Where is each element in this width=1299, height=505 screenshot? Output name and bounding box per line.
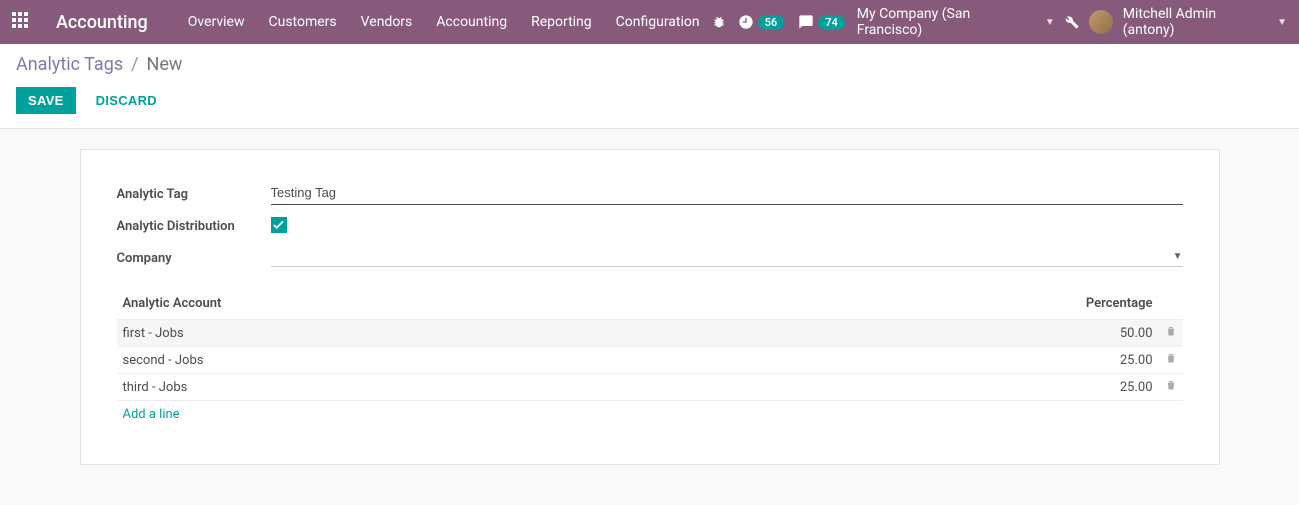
breadcrumb: Analytic Tags / New bbox=[16, 54, 1283, 75]
nav-accounting[interactable]: Accounting bbox=[424, 0, 519, 44]
avatar bbox=[1089, 10, 1113, 34]
col-actions bbox=[1159, 288, 1183, 320]
company-select[interactable]: ▼ bbox=[271, 247, 1183, 267]
cell-percentage[interactable]: 50.00 bbox=[726, 320, 1158, 347]
trash-icon bbox=[1165, 325, 1177, 337]
activity-badge[interactable]: 56 bbox=[736, 14, 787, 30]
cell-percentage[interactable]: 25.00 bbox=[726, 374, 1158, 401]
breadcrumb-current: New bbox=[147, 54, 183, 75]
discuss-badge[interactable]: 74 bbox=[796, 14, 847, 30]
row-analytic-distribution: Analytic Distribution bbox=[117, 210, 1183, 240]
chat-icon bbox=[798, 14, 814, 30]
nav-configuration[interactable]: Configuration bbox=[604, 0, 712, 44]
company-name: My Company (San Francisco) bbox=[857, 6, 1039, 38]
form-sheet: Analytic Tag Analytic Distribution Compa… bbox=[80, 149, 1220, 465]
row-analytic-tag: Analytic Tag bbox=[117, 178, 1183, 208]
bug-icon[interactable] bbox=[712, 15, 726, 29]
app-brand[interactable]: Accounting bbox=[56, 12, 148, 33]
table-row[interactable]: third - Jobs 25.00 bbox=[117, 374, 1183, 401]
apps-icon[interactable] bbox=[12, 12, 32, 32]
debug-tools-icon[interactable] bbox=[1065, 15, 1079, 29]
nav-right: 56 74 My Company (San Francisco) ▼ Mitch… bbox=[712, 6, 1287, 38]
sheet-bg: Analytic Tag Analytic Distribution Compa… bbox=[0, 129, 1299, 505]
label-company: Company bbox=[117, 248, 271, 266]
col-analytic-account: Analytic Account bbox=[117, 288, 727, 320]
delete-row-button[interactable] bbox=[1159, 374, 1183, 401]
activity-count: 56 bbox=[758, 15, 785, 30]
trash-icon bbox=[1165, 352, 1177, 364]
add-line-row: Add a line bbox=[117, 401, 1183, 429]
add-line-link[interactable]: Add a line bbox=[123, 407, 180, 422]
trash-icon bbox=[1165, 379, 1177, 391]
discard-button[interactable]: DISCARD bbox=[86, 87, 167, 114]
clock-icon bbox=[738, 14, 754, 30]
nav-customers[interactable]: Customers bbox=[257, 0, 349, 44]
cell-percentage[interactable]: 25.00 bbox=[726, 347, 1158, 374]
nav-vendors[interactable]: Vendors bbox=[349, 0, 425, 44]
user-menu[interactable]: Mitchell Admin (antony) ▼ bbox=[1123, 6, 1287, 38]
cell-account[interactable]: first - Jobs bbox=[117, 320, 727, 347]
breadcrumb-parent[interactable]: Analytic Tags bbox=[16, 54, 123, 75]
nav-overview[interactable]: Overview bbox=[176, 0, 257, 44]
control-panel: Analytic Tags / New SAVE DISCARD bbox=[0, 44, 1299, 129]
distribution-table: Analytic Account Percentage first - Jobs… bbox=[117, 288, 1183, 428]
nav-reporting[interactable]: Reporting bbox=[519, 0, 604, 44]
nav-links: Overview Customers Vendors Accounting Re… bbox=[176, 0, 712, 44]
cell-account[interactable]: third - Jobs bbox=[117, 374, 727, 401]
user-label: Mitchell Admin (antony) bbox=[1123, 6, 1271, 38]
table-row[interactable]: first - Jobs 50.00 bbox=[117, 320, 1183, 347]
top-navbar: Accounting Overview Customers Vendors Ac… bbox=[0, 0, 1299, 44]
table-row[interactable]: second - Jobs 25.00 bbox=[117, 347, 1183, 374]
cp-buttons: SAVE DISCARD bbox=[16, 87, 1283, 114]
breadcrumb-sep: / bbox=[131, 54, 138, 75]
label-analytic-tag: Analytic Tag bbox=[117, 184, 271, 202]
company-switcher[interactable]: My Company (San Francisco) ▼ bbox=[857, 6, 1055, 38]
caret-down-icon: ▼ bbox=[1173, 251, 1183, 262]
cell-account[interactable]: second - Jobs bbox=[117, 347, 727, 374]
check-icon bbox=[273, 220, 284, 230]
analytic-distribution-checkbox[interactable] bbox=[271, 217, 287, 233]
caret-down-icon: ▼ bbox=[1045, 17, 1055, 28]
col-percentage: Percentage bbox=[726, 288, 1158, 320]
delete-row-button[interactable] bbox=[1159, 320, 1183, 347]
delete-row-button[interactable] bbox=[1159, 347, 1183, 374]
discuss-count: 74 bbox=[818, 15, 845, 30]
caret-down-icon: ▼ bbox=[1277, 17, 1287, 28]
analytic-tag-input[interactable] bbox=[271, 181, 1183, 205]
save-button[interactable]: SAVE bbox=[16, 87, 76, 114]
row-company: Company ▼ bbox=[117, 242, 1183, 272]
label-analytic-distribution: Analytic Distribution bbox=[117, 216, 271, 234]
